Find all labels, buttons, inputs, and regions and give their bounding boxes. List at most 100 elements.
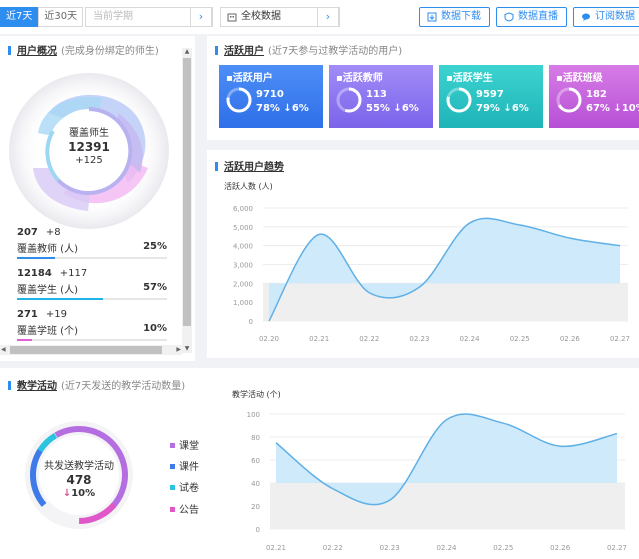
card-value: 9597	[476, 89, 504, 100]
teacher-count: 207	[17, 227, 38, 238]
y-tick-label: 0	[256, 526, 260, 534]
active-users-subtitle: (近7天参与过教学活动的用户)	[268, 46, 403, 57]
active-trend-panel: 活跃用户趋势 活跃人数 (人) 0 1,000 2,000 3,000 4,000 5,00…	[207, 150, 639, 358]
reference-band	[263, 283, 628, 321]
tab-last-30-days[interactable]: 近30天	[38, 7, 84, 27]
student-delta: +117	[59, 268, 88, 279]
coverage-center: 覆盖师生 12391 +125	[39, 124, 139, 166]
trend-down-icon: ↓	[613, 103, 622, 114]
semester-select[interactable]: 当前学期 ›	[85, 7, 213, 27]
scroll-left-icon[interactable]: ◀	[1, 346, 6, 353]
card-ring	[556, 87, 582, 113]
legend-classroom-label: 课堂	[179, 441, 199, 452]
y-tick-label: 6,000	[233, 205, 253, 213]
y-tick-label: 0	[249, 318, 253, 326]
teaching-center: 共发送教学活动 478 ↓10%	[29, 457, 129, 499]
legend-courseware-label: 课件	[179, 462, 199, 473]
x-tick-label: 02.26	[550, 544, 571, 552]
card-title: ▪活跃学生	[446, 73, 493, 84]
teaching-activity-chart: 教学活动 (个) 0 20 40 60 80 100 02.21 02.22 02.23 02.24…	[232, 389, 627, 552]
data-live-label: 数据直播	[518, 11, 558, 22]
active-trend-chart: 活跃人数 (人) 0 1,000 2,000 3,000 4,000 5,000 6,000 0…	[224, 181, 630, 343]
student-percent: 57%	[143, 282, 167, 293]
active-card-1[interactable]: ▪活跃教师 113 55% ↓6%	[329, 65, 433, 128]
card-ring	[446, 87, 472, 113]
teaching-trend-value: 10%	[71, 488, 96, 499]
legend-exam[interactable]: 试卷	[170, 479, 199, 494]
trend-down-icon: ↓	[283, 103, 292, 114]
card-value: 182	[586, 89, 607, 100]
trend-down-icon: ↓	[62, 488, 72, 499]
x-tick-label: 02.25	[493, 544, 513, 552]
reference-band	[270, 483, 625, 529]
legend-classroom[interactable]: 课堂	[170, 437, 199, 452]
teacher-stat: 207 +8 覆盖教师 (人) 25%	[17, 227, 167, 259]
x-tick-label: 02.23	[380, 544, 400, 552]
school-select[interactable]: 全校数据 ›	[220, 7, 340, 27]
teaching-activity-subtitle: (近7天发送的教学活动数量)	[61, 381, 186, 392]
teaching-activity-panel: 教学活动 (近7天发送的教学活动数量) 共发送教学活动 478 ↓10% 课堂 课…	[0, 368, 639, 559]
legend-exam-label: 试卷	[179, 483, 199, 494]
vertical-scroll-thumb[interactable]	[183, 58, 191, 326]
scroll-down-icon[interactable]: ▼	[183, 345, 191, 353]
x-tick-label: 02.24	[436, 544, 457, 552]
y-axis-title: 活跃人数 (人)	[224, 181, 273, 191]
card-value: 113	[366, 89, 387, 100]
x-tick-label: 02.27	[610, 335, 630, 343]
teaching-activity-title[interactable]: 教学活动	[17, 381, 57, 392]
tab-last-7-days[interactable]: 近7天	[0, 7, 39, 27]
active-trend-title[interactable]: 活跃用户趋势	[224, 162, 284, 173]
x-tick-label: 02.21	[266, 544, 286, 552]
class-delta: +19	[45, 309, 67, 320]
teaching-center-label: 共发送教学活动	[44, 461, 114, 472]
teaching-center-value: 478	[66, 473, 92, 487]
download-data-button[interactable]: 数据下载	[419, 7, 490, 27]
active-card-0[interactable]: ▪活跃用户 9710 78% ↓6%	[219, 65, 323, 128]
teaching-center-trend: ↓10%	[29, 488, 129, 499]
x-tick-label: 02.24	[460, 335, 481, 343]
class-progress	[17, 339, 167, 341]
active-card-3[interactable]: ▪活跃班级 182 67% ↓10%	[549, 65, 639, 128]
y-tick-label: 3,000	[233, 262, 253, 270]
teacher-progress	[17, 257, 167, 259]
x-tick-label: 02.22	[323, 544, 343, 552]
class-count: 271	[17, 309, 38, 320]
card-ring	[336, 87, 362, 113]
data-live-button[interactable]: 数据直播	[496, 7, 567, 27]
building-icon	[227, 13, 237, 22]
active-card-2[interactable]: ▪活跃学生 9597 79% ↓6%	[439, 65, 543, 128]
legend-courseware[interactable]: 课件	[170, 458, 199, 473]
x-tick-label: 02.22	[359, 335, 379, 343]
scroll-right-icon[interactable]: ▶	[176, 346, 181, 353]
y-tick-label: 40	[251, 480, 260, 488]
scroll-up-icon[interactable]: ▲	[183, 48, 191, 56]
active-trend-heading: 活跃用户趋势	[215, 158, 284, 173]
chevron-right-icon[interactable]: ›	[317, 7, 339, 27]
download-data-label: 数据下载	[441, 11, 481, 22]
x-tick-label: 02.25	[510, 335, 530, 343]
x-tick-label: 02.20	[259, 335, 279, 343]
student-progress	[17, 298, 167, 300]
legend-notice-label: 公告	[179, 505, 199, 516]
legend-courseware-swatch	[170, 464, 175, 469]
user-overview-title[interactable]: 用户概况	[17, 46, 57, 57]
coverage-delta: +125	[75, 155, 103, 166]
active-users-heading: 活跃用户 (近7天参与过教学活动的用户)	[215, 42, 402, 57]
horizontal-scrollbar[interactable]: ◀ ▶	[0, 345, 182, 355]
card-percent-trend: 78% ↓6%	[256, 103, 309, 114]
chevron-right-icon[interactable]: ›	[190, 7, 212, 27]
card-percent-trend: 67% ↓10%	[586, 103, 639, 114]
x-tick-label: 02.21	[309, 335, 329, 343]
horizontal-scroll-thumb[interactable]	[10, 346, 162, 354]
legend-classroom-swatch	[170, 443, 175, 448]
subscribe-data-button[interactable]: 订阅数据	[573, 7, 639, 27]
subscribe-data-label: 订阅数据	[595, 11, 635, 22]
legend-notice[interactable]: 公告	[170, 501, 199, 516]
teacher-percent: 25%	[143, 241, 167, 252]
vertical-scrollbar[interactable]: ▲ ▼	[182, 48, 192, 353]
y-tick-label: 20	[251, 503, 260, 511]
toolbar: 近7天 近30天 当前学期 › 全校数据 › 数据下载 数据直播 订阅数据	[0, 0, 639, 34]
active-users-title[interactable]: 活跃用户	[224, 46, 264, 57]
card-title: ▪活跃班级	[556, 73, 603, 84]
y-tick-label: 80	[251, 434, 260, 442]
